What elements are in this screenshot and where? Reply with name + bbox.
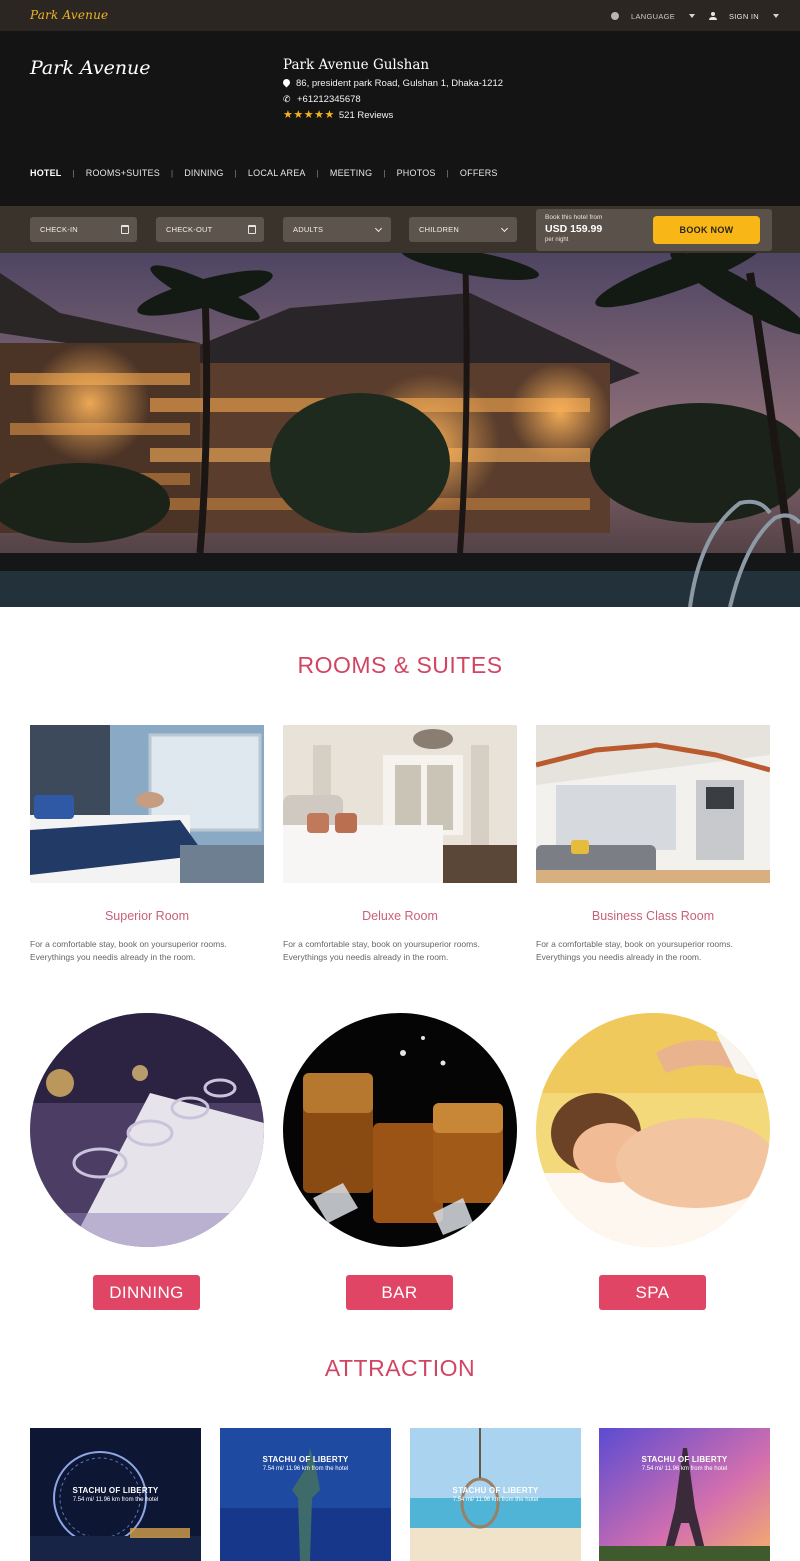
- spa-image[interactable]: [536, 1013, 770, 1247]
- star-rating: ★ ★ ★ ★ ★: [283, 110, 335, 121]
- nav-item-meeting[interactable]: MEETING: [330, 168, 372, 178]
- children-select[interactable]: CHILDREN: [409, 217, 517, 242]
- globe-icon: [611, 12, 619, 20]
- nav-separator: |: [446, 168, 449, 178]
- deluxe-room-image[interactable]: [283, 725, 517, 883]
- nav-item-dinning[interactable]: DINNING: [184, 168, 223, 178]
- sign-in-button[interactable]: SIGN IN: [709, 10, 780, 22]
- children-label: CHILDREN: [419, 225, 459, 234]
- hotel-address: 86, president park Road, Gulshan 1, Dhak…: [283, 78, 503, 89]
- adults-select[interactable]: ADULTS: [283, 217, 391, 242]
- spa-button[interactable]: SPA: [599, 1275, 706, 1310]
- nav-item-photos[interactable]: PHOTOS: [397, 168, 436, 178]
- star-icon: ★: [314, 109, 324, 121]
- description-line: For a comfortable stay, book on yoursupe…: [536, 939, 733, 949]
- hotel-rating[interactable]: ★ ★ ★ ★ ★ 521 Reviews: [283, 110, 394, 122]
- business-class-room-image[interactable]: [536, 725, 770, 883]
- attraction-distance: 7.54 mi/ 11.96 km from the hotel: [72, 1497, 159, 1503]
- language-label: LANGUAGE: [631, 11, 676, 21]
- deluxe-room-title[interactable]: Deluxe Room: [283, 909, 517, 923]
- chevron-down-icon: [374, 224, 383, 233]
- site-logo[interactable]: Park Avenue: [30, 57, 151, 79]
- adults-label: ADULTS: [293, 225, 324, 234]
- calendar-icon: [121, 225, 129, 234]
- business-class-room-description: For a comfortable stay, book on yoursupe…: [536, 938, 770, 964]
- chevron-down-icon: [689, 14, 696, 18]
- nav-item-rooms-suites[interactable]: ROOMS+SUITES: [86, 168, 160, 178]
- attraction-card[interactable]: STACHU OF LIBERTY 7.54 mi/ 11.96 km from…: [410, 1428, 581, 1561]
- check-out-label: CHECK-OUT: [166, 225, 213, 234]
- star-icon: ★: [283, 109, 293, 121]
- nav-separator: |: [316, 168, 319, 178]
- phone-text: +61212345678: [297, 94, 361, 105]
- top-bar: Park Avenue LANGUAGE SIGN IN: [0, 0, 800, 31]
- attraction-card[interactable]: STACHU OF LIBERTY 7.54 mi/ 11.96 km from…: [220, 1428, 391, 1561]
- attraction-distance: 7.54 mi/ 11.96 km from the hotel: [641, 1466, 728, 1472]
- rooms-section-title: ROOMS & SUITES: [297, 652, 503, 678]
- description-line: For a comfortable stay, book on yoursupe…: [283, 939, 480, 949]
- attraction-distance: 7.54 mi/ 11.96 km from the hotel: [452, 1497, 539, 1503]
- hotel-header: Park Avenue Park Avenue Gulshan 86, pres…: [0, 31, 800, 206]
- reviews-count: 521 Reviews: [338, 110, 394, 121]
- main-nav: HOTEL | ROOMS+SUITES | DINNING | LOCAL AREA | ME…: [30, 168, 498, 178]
- brand-logo-small[interactable]: Park Avenue: [30, 8, 108, 22]
- phone-icon: ✆: [283, 94, 291, 104]
- attraction-title: STACHU OF LIBERTY: [262, 1455, 349, 1464]
- description-line: Everythings you needis already in the ro…: [536, 952, 702, 962]
- superior-room-image[interactable]: [30, 725, 264, 883]
- nav-item-hotel[interactable]: HOTEL: [30, 168, 62, 178]
- dining-button[interactable]: DINNING: [93, 1275, 200, 1310]
- nav-separator: |: [234, 168, 237, 178]
- calendar-icon: [248, 225, 256, 234]
- star-icon: ★: [303, 109, 314, 121]
- language-selector[interactable]: LANGUAGE: [611, 10, 696, 22]
- attraction-distance: 7.54 mi/ 11.96 km from the hotel: [262, 1466, 349, 1472]
- superior-room-description: For a comfortable stay, book on yoursupe…: [30, 938, 264, 964]
- sign-in-label: SIGN IN: [729, 11, 760, 21]
- hotel-night-photo: [0, 253, 800, 607]
- attraction-title: STACHU OF LIBERTY: [641, 1455, 728, 1464]
- business-class-room-title[interactable]: Business Class Room: [536, 909, 770, 923]
- attraction-card[interactable]: STACHU OF LIBERTY 7.54 mi/ 11.96 km from…: [599, 1428, 770, 1561]
- star-icon: ★: [324, 109, 335, 121]
- book-now-button[interactable]: BOOK NOW: [653, 216, 760, 244]
- description-line: For a comfortable stay, book on yoursupe…: [30, 939, 227, 949]
- nav-item-offers[interactable]: OFFERS: [460, 168, 498, 178]
- description-line: Everythings you needis already in the ro…: [283, 952, 449, 962]
- nav-separator: |: [72, 168, 75, 178]
- check-out-field[interactable]: CHECK-OUT: [156, 217, 264, 242]
- chevron-down-icon: [773, 14, 780, 18]
- star-icon: ★: [293, 109, 304, 121]
- price-from-label: Book this hotel from: [545, 214, 603, 221]
- address-text: 86, president park Road, Gulshan 1, Dhak…: [296, 78, 504, 89]
- attraction-section-title: ATTRACTION: [324, 1355, 476, 1381]
- hotel-phone[interactable]: ✆ +61212345678: [283, 94, 361, 105]
- attraction-card[interactable]: STACHU OF LIBERTY 7.54 mi/ 11.96 km from…: [30, 1428, 201, 1561]
- chevron-down-icon: [500, 224, 509, 233]
- bar-image[interactable]: [283, 1013, 517, 1247]
- user-icon: [709, 12, 717, 20]
- check-in-field[interactable]: CHECK-IN: [30, 217, 137, 242]
- hero-image: [0, 253, 800, 607]
- nav-separator: |: [170, 168, 174, 178]
- nav-separator: |: [383, 168, 386, 178]
- per-night-label: per night: [545, 237, 569, 243]
- superior-room-title[interactable]: Superior Room: [30, 909, 264, 923]
- deluxe-room-description: For a comfortable stay, book on yoursupe…: [283, 938, 517, 964]
- dining-image[interactable]: [30, 1013, 264, 1247]
- hotel-name: Park Avenue Gulshan: [283, 57, 430, 73]
- check-in-label: CHECK-IN: [40, 225, 78, 234]
- description-line: Everythings you needis already in the ro…: [30, 952, 196, 962]
- nav-item-local-area[interactable]: LOCAL AREA: [248, 168, 306, 178]
- attraction-title: STACHU OF LIBERTY: [452, 1486, 539, 1495]
- bar-button[interactable]: BAR: [346, 1275, 453, 1310]
- price-amount: USD 159.99: [545, 223, 603, 235]
- attraction-title: STACHU OF LIBERTY: [72, 1486, 159, 1495]
- map-pin-icon: [283, 79, 290, 88]
